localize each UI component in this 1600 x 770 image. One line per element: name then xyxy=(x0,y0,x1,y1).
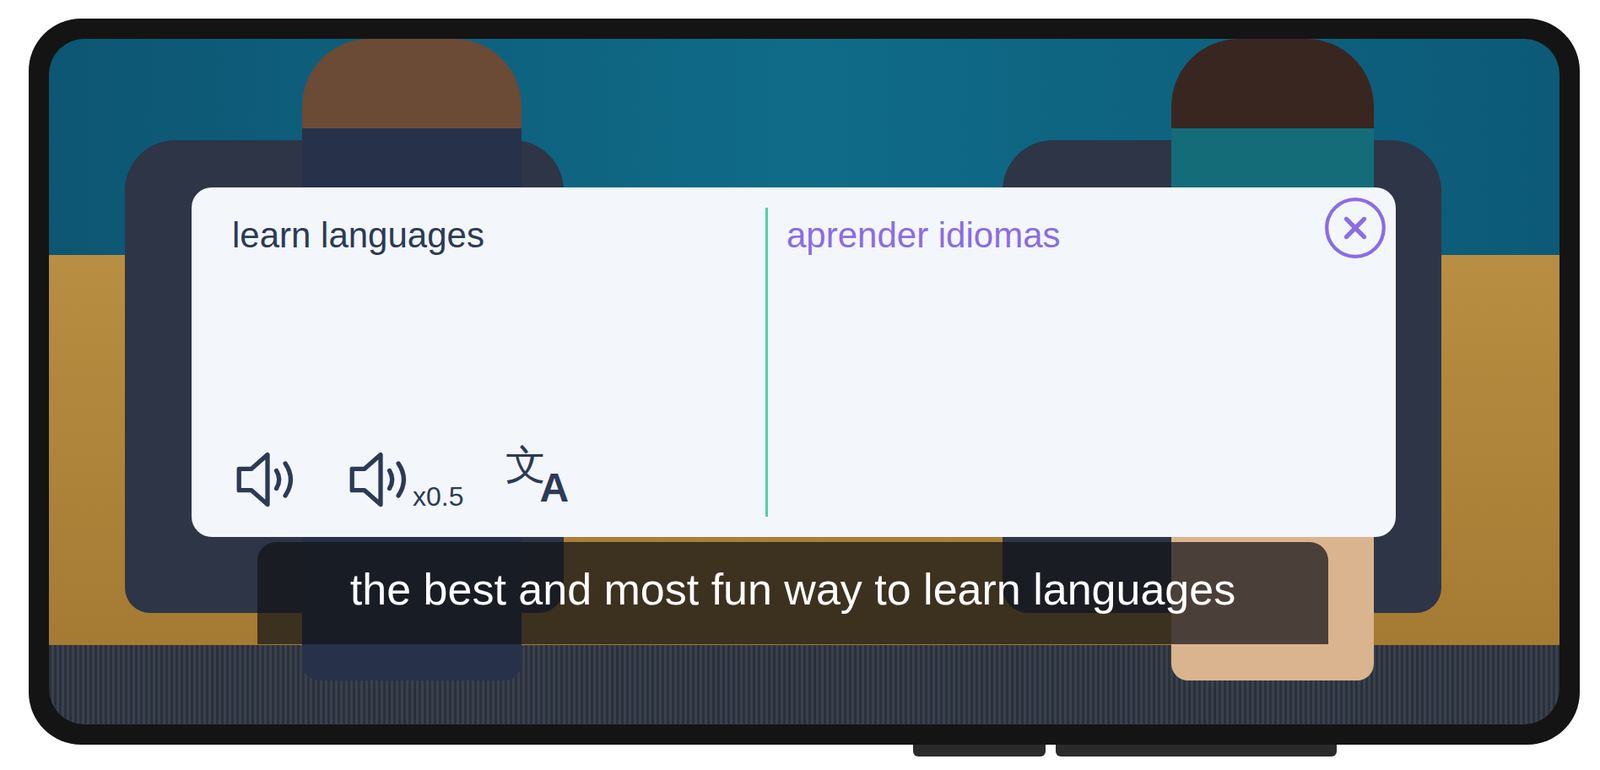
page: learn languages x0.5 文A aprender idiomas the… xyxy=(0,0,1600,770)
subtitle-bar: the best and most fun way to learn langu… xyxy=(257,541,1329,644)
translation-text: aprender idiomas xyxy=(786,212,1295,260)
source-text: learn languages xyxy=(232,212,766,260)
slow-speed-label: x0.5 xyxy=(412,482,464,512)
speaker-icon[interactable] xyxy=(232,447,303,512)
translate-icon[interactable]: 文A xyxy=(505,443,579,512)
translation-column: aprender idiomas xyxy=(767,207,1396,517)
divider xyxy=(765,207,768,517)
volume-button xyxy=(1055,744,1337,757)
translation-popup: learn languages x0.5 文A aprender idiomas xyxy=(191,187,1396,537)
translate-glyph: A xyxy=(539,467,569,509)
slow-speaker-icon xyxy=(345,447,417,512)
close-icon[interactable] xyxy=(1323,195,1388,260)
subtitle-text[interactable]: the best and most fun way to learn langu… xyxy=(350,563,1236,615)
slow-speaker-button[interactable]: x0.5 xyxy=(345,447,464,512)
volume-button xyxy=(913,744,1046,757)
tool-row: x0.5 文A xyxy=(232,443,766,517)
source-column: learn languages x0.5 文A xyxy=(191,207,766,517)
video-screen: learn languages x0.5 文A aprender idiomas the… xyxy=(48,38,1560,725)
phone-frame: learn languages x0.5 文A aprender idiomas the… xyxy=(28,18,1580,745)
phone-buttons xyxy=(0,744,1600,757)
